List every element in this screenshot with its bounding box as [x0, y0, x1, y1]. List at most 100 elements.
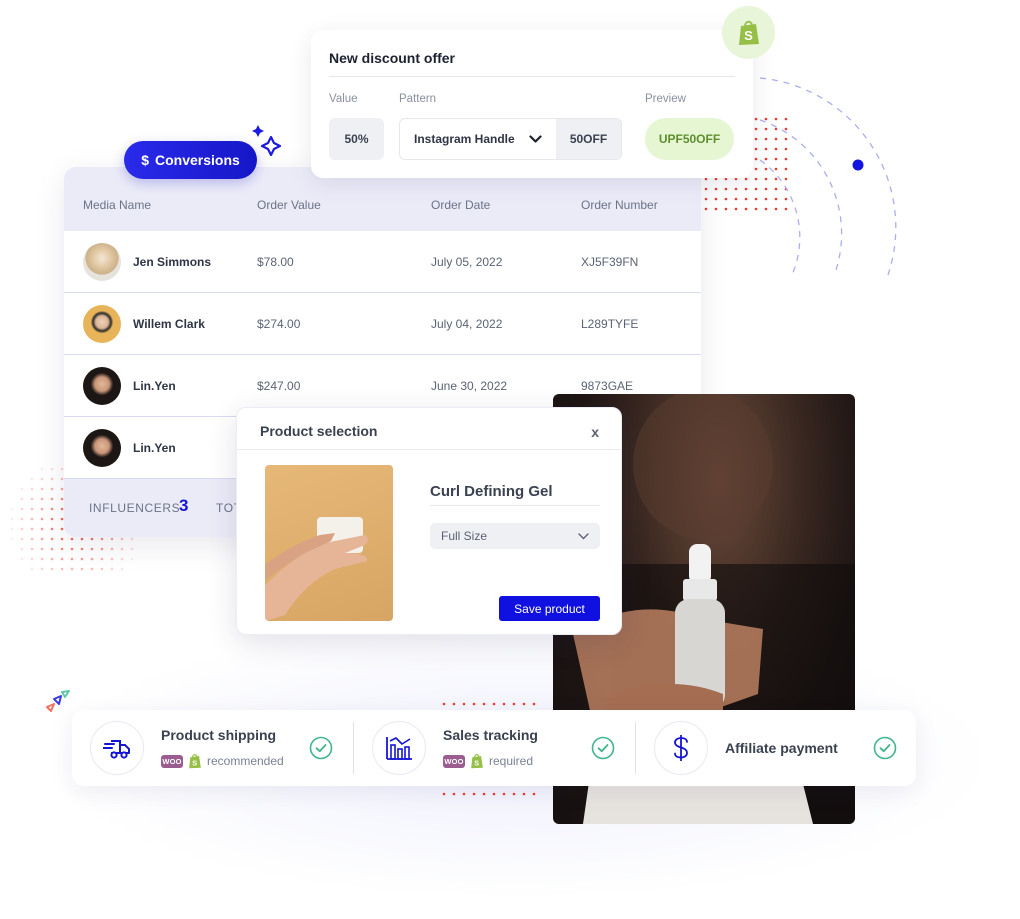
order-value: $78.00 — [257, 255, 294, 269]
size-select[interactable]: Full Size — [430, 523, 600, 549]
decor-dot — [30, 487, 34, 491]
feature-title: Affiliate payment — [725, 740, 838, 756]
discount-offer-card: New discount offer Value Pattern Preview… — [311, 30, 753, 178]
pattern-suffix-input[interactable]: 50OFF — [556, 119, 621, 159]
product-name: Curl Defining Gel — [430, 483, 553, 500]
decor-dot — [522, 792, 526, 796]
divider — [329, 76, 735, 77]
decor-dot — [532, 792, 536, 796]
sparkle-icon — [252, 125, 282, 156]
order-value: $274.00 — [257, 317, 301, 331]
avatar — [83, 429, 121, 467]
media-name: Lin.Yen — [133, 441, 176, 455]
decor-dot — [60, 507, 64, 511]
svg-text:S: S — [744, 28, 753, 43]
feature-subtitle: WOO S recommended — [161, 753, 284, 769]
influencers-label: INFLUENCERS — [89, 501, 181, 515]
decor-dot — [60, 467, 64, 471]
feature-icon-circle — [90, 721, 144, 775]
svg-text:S: S — [474, 758, 479, 767]
decor-dot — [20, 537, 24, 541]
decor-dot — [472, 792, 476, 796]
decor-blue-dot — [852, 159, 864, 171]
order-value: $247.00 — [257, 379, 301, 393]
decor-dot — [442, 702, 446, 706]
delivery-truck-icon — [103, 740, 130, 759]
order-date: June 30, 2022 — [431, 379, 508, 393]
decor-dot — [20, 547, 24, 551]
decor-dot — [50, 547, 54, 551]
hand-holding-jar-illustration — [265, 517, 368, 621]
table-row[interactable]: Willem Clark $274.00 July 04, 2022 L289T… — [64, 293, 701, 355]
decor-dot — [90, 557, 94, 561]
feature-icon-circle — [654, 721, 708, 775]
decor-dot — [40, 537, 44, 541]
decor-dot — [50, 477, 54, 481]
decor-dot — [40, 497, 44, 501]
decor-dot — [70, 547, 74, 551]
divider — [237, 449, 621, 450]
decor-dot — [20, 507, 24, 511]
check-circle-icon — [309, 736, 333, 760]
decor-dot — [60, 567, 64, 571]
decor-dot — [110, 557, 114, 561]
decor-dot — [20, 557, 24, 561]
decor-dot — [10, 537, 14, 541]
decor-dot — [130, 537, 134, 541]
decor-dot — [110, 547, 114, 551]
order-date: July 05, 2022 — [431, 255, 503, 269]
pattern-select-value: Instagram Handle — [414, 132, 515, 146]
decor-dot — [40, 527, 44, 531]
decor-dot — [30, 537, 34, 541]
discount-value-input[interactable]: 50% — [329, 118, 384, 160]
decor-dot — [60, 557, 64, 561]
shopify-icon: S — [738, 20, 759, 45]
decor-dot — [60, 547, 64, 551]
pattern-select[interactable]: Instagram Handle — [400, 119, 556, 159]
decor-dot — [50, 467, 54, 471]
decor-dot — [100, 537, 104, 541]
decor-triangles-icon — [46, 690, 70, 712]
pattern-label: Pattern — [399, 93, 437, 105]
save-product-button[interactable]: Save product — [499, 596, 600, 621]
decor-dot — [532, 702, 536, 706]
feature-note: recommended — [207, 754, 284, 768]
decor-dot — [30, 507, 34, 511]
decor-dot — [70, 567, 74, 571]
decor-dot — [50, 537, 54, 541]
decor-dot — [120, 547, 124, 551]
check-circle-icon — [591, 736, 615, 760]
close-button[interactable]: x — [591, 424, 599, 440]
table-row[interactable]: Jen Simmons $78.00 July 05, 2022 XJ5F39F… — [64, 231, 701, 293]
decor-dot — [100, 547, 104, 551]
order-date: July 04, 2022 — [431, 317, 503, 331]
discount-title: New discount offer — [329, 50, 456, 66]
column-header: Media Name — [83, 198, 152, 212]
decor-dot — [50, 557, 54, 561]
decor-dot — [50, 527, 54, 531]
media-name: Willem Clark — [133, 317, 205, 331]
preview-label: Preview — [645, 93, 686, 105]
pattern-field: Instagram Handle 50OFF — [399, 118, 622, 160]
decor-dot — [492, 702, 496, 706]
chevron-down-icon — [529, 134, 542, 143]
size-select-value: Full Size — [441, 529, 488, 543]
feature-sales-tracking: Sales tracking WOO S required — [354, 710, 634, 786]
decor-dot — [30, 477, 34, 481]
decor-dot — [442, 792, 446, 796]
decor-dot — [60, 497, 64, 501]
feature-product-shipping: Product shipping WOO S recommended — [72, 710, 352, 786]
shopify-icon: S — [189, 754, 201, 769]
decor-dot — [10, 507, 14, 511]
chevron-down-icon — [578, 532, 589, 539]
decor-dot — [80, 547, 84, 551]
value-label: Value — [329, 93, 358, 105]
product-selection-modal: Product selection x Curl Defining Gel Fu… — [236, 407, 622, 635]
decor-dot — [30, 567, 34, 571]
decor-dot — [80, 537, 84, 541]
decor-dot — [130, 557, 134, 561]
woocommerce-icon: WOO — [443, 754, 465, 768]
decor-dot — [30, 557, 34, 561]
decor-dot — [512, 702, 516, 706]
decor-dot — [20, 497, 24, 501]
